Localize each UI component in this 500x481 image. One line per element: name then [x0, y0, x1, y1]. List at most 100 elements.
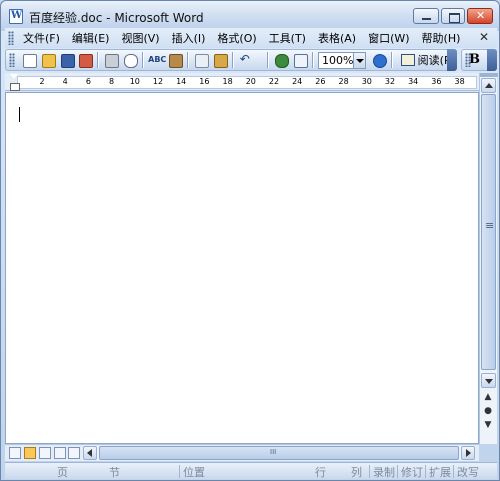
undo-icon[interactable]: ↶: [237, 51, 254, 69]
text-cursor: [19, 107, 20, 122]
close-button[interactable]: [467, 8, 493, 24]
menu-insert[interactable]: 插入(I): [167, 30, 213, 46]
copy-icon[interactable]: [192, 51, 209, 69]
status-separator: [179, 465, 180, 478]
ruler-number: 6: [85, 77, 91, 86]
outline-view-icon[interactable]: [54, 447, 66, 459]
paste-icon[interactable]: [211, 51, 228, 69]
view-scroll-row: [5, 444, 479, 461]
ruler-number: 24: [292, 77, 303, 86]
ruler-number: 34: [408, 77, 419, 86]
ruler-number: 22: [268, 77, 280, 86]
vertical-scroll-thumb[interactable]: [481, 94, 496, 370]
open-folder-icon[interactable]: [39, 51, 56, 69]
previous-page-icon[interactable]: ▲: [482, 391, 494, 403]
status-revise[interactable]: 修订: [401, 464, 423, 480]
new-document-icon[interactable]: [20, 51, 37, 69]
undo-dropdown-icon[interactable]: [256, 51, 264, 69]
toolbar-separator: [312, 52, 313, 68]
menu-bar: 文件(F) 编辑(E) 视图(V) 插入(I) 格式(O) 工具(T) 表格(A…: [5, 28, 497, 48]
ruler-number: 2: [39, 77, 45, 86]
status-record[interactable]: 录制: [373, 464, 395, 480]
scroll-left-arrow-icon[interactable]: [83, 446, 97, 460]
reading-view-icon[interactable]: [68, 447, 80, 459]
scroll-down-arrow-icon[interactable]: [481, 373, 496, 388]
toolbar-separator: [231, 52, 233, 68]
menu-view[interactable]: 视图(V): [116, 30, 166, 46]
book-icon: [400, 54, 415, 66]
ruler-number: 18: [222, 77, 233, 86]
menu-edit[interactable]: 编辑(E): [67, 30, 117, 46]
toolbar-separator: [97, 52, 99, 68]
status-bar: 页 节 位置 行 列 录制 修订 扩展 改写: [5, 462, 497, 479]
menu-help[interactable]: 帮助(H): [417, 30, 468, 46]
status-separator: [369, 465, 370, 478]
status-page: 页: [57, 466, 68, 479]
right-indent-marker[interactable]: [467, 80, 475, 86]
ruler-scale: 2 4 6 8 10 12 14 16 18 20 22 24 26 28 30 32 34 36 38: [17, 76, 477, 89]
menu-table[interactable]: 表格(A): [313, 30, 363, 46]
word-app-icon[interactable]: [9, 9, 23, 24]
toolbar-grip-handle[interactable]: [9, 53, 15, 67]
menu-file[interactable]: 文件(F): [18, 30, 67, 46]
zoom-input[interactable]: 100%: [317, 51, 355, 69]
ruler-number: 28: [338, 77, 349, 86]
zoom-dropdown-icon[interactable]: [354, 51, 366, 69]
horizontal-scroll-thumb[interactable]: [99, 446, 459, 460]
document-page[interactable]: [5, 92, 479, 444]
split-box[interactable]: [480, 73, 498, 77]
status-separator: [397, 465, 398, 478]
normal-view-icon[interactable]: [9, 447, 21, 459]
title-bar: 百度经验.doc - Microsoft Word: [1, 1, 499, 31]
horizontal-scrollbar[interactable]: [83, 446, 475, 460]
spelling-grammar-icon[interactable]: ABC: [147, 51, 166, 69]
vertical-scrollbar[interactable]: [479, 73, 498, 444]
tables-borders-icon[interactable]: [291, 51, 309, 69]
print-layout-icon[interactable]: [39, 447, 51, 459]
permission-icon[interactable]: [76, 51, 94, 69]
print-preview-icon[interactable]: [121, 51, 139, 69]
ruler-number: 26: [315, 77, 326, 86]
save-disk-icon[interactable]: [58, 51, 75, 69]
web-layout-icon[interactable]: [24, 447, 36, 459]
bold-button[interactable]: B: [469, 52, 480, 67]
minimize-button[interactable]: [413, 8, 439, 24]
standard-toolbar: ABC ↶ 100% 阅读(R): [5, 49, 457, 71]
status-extend[interactable]: 扩展: [429, 464, 451, 480]
next-page-icon[interactable]: ▼: [482, 419, 494, 431]
ruler-number: 12: [152, 77, 164, 86]
toolbar-separator: [390, 52, 392, 68]
menu-grip-handle[interactable]: [8, 31, 14, 45]
menu-window[interactable]: 窗口(W): [363, 30, 416, 46]
format-options-chevron[interactable]: [487, 49, 497, 71]
status-separator: [453, 465, 454, 478]
scroll-right-arrow-icon[interactable]: [461, 446, 475, 460]
menu-format[interactable]: 格式(O): [212, 30, 263, 46]
status-column: 列: [351, 466, 362, 479]
ruler-number: 16: [199, 77, 210, 86]
status-overtype[interactable]: 改写: [457, 464, 479, 480]
ruler-number: 36: [431, 77, 442, 86]
help-icon[interactable]: [370, 51, 387, 69]
toolbar-separator: [142, 52, 144, 68]
first-line-indent-marker[interactable]: [10, 74, 20, 91]
close-document-icon[interactable]: ✕: [479, 30, 489, 44]
ruler-number: 14: [176, 77, 187, 86]
ruler-number: 8: [109, 77, 115, 86]
hyperlink-icon[interactable]: [272, 51, 290, 69]
maximize-button[interactable]: [441, 8, 465, 24]
ruler-number: 30: [361, 77, 372, 86]
window-title: 百度经验.doc - Microsoft Word: [29, 11, 204, 25]
status-line: 行: [315, 466, 326, 479]
select-browse-object-icon[interactable]: ●: [482, 405, 494, 417]
ruler-number: 4: [62, 77, 68, 86]
toolbar-options-chevron[interactable]: [447, 49, 457, 71]
word-window: 百度经验.doc - Microsoft Word 文件(F) 编辑(E) 视图…: [0, 0, 500, 481]
research-icon[interactable]: [166, 51, 184, 69]
menu-tools[interactable]: 工具(T): [264, 30, 313, 46]
ruler-number: 32: [384, 77, 396, 86]
scroll-up-arrow-icon[interactable]: [481, 78, 496, 93]
print-icon[interactable]: [102, 51, 120, 69]
status-position: 位置: [183, 466, 205, 479]
ruler-number: 20: [245, 77, 256, 86]
